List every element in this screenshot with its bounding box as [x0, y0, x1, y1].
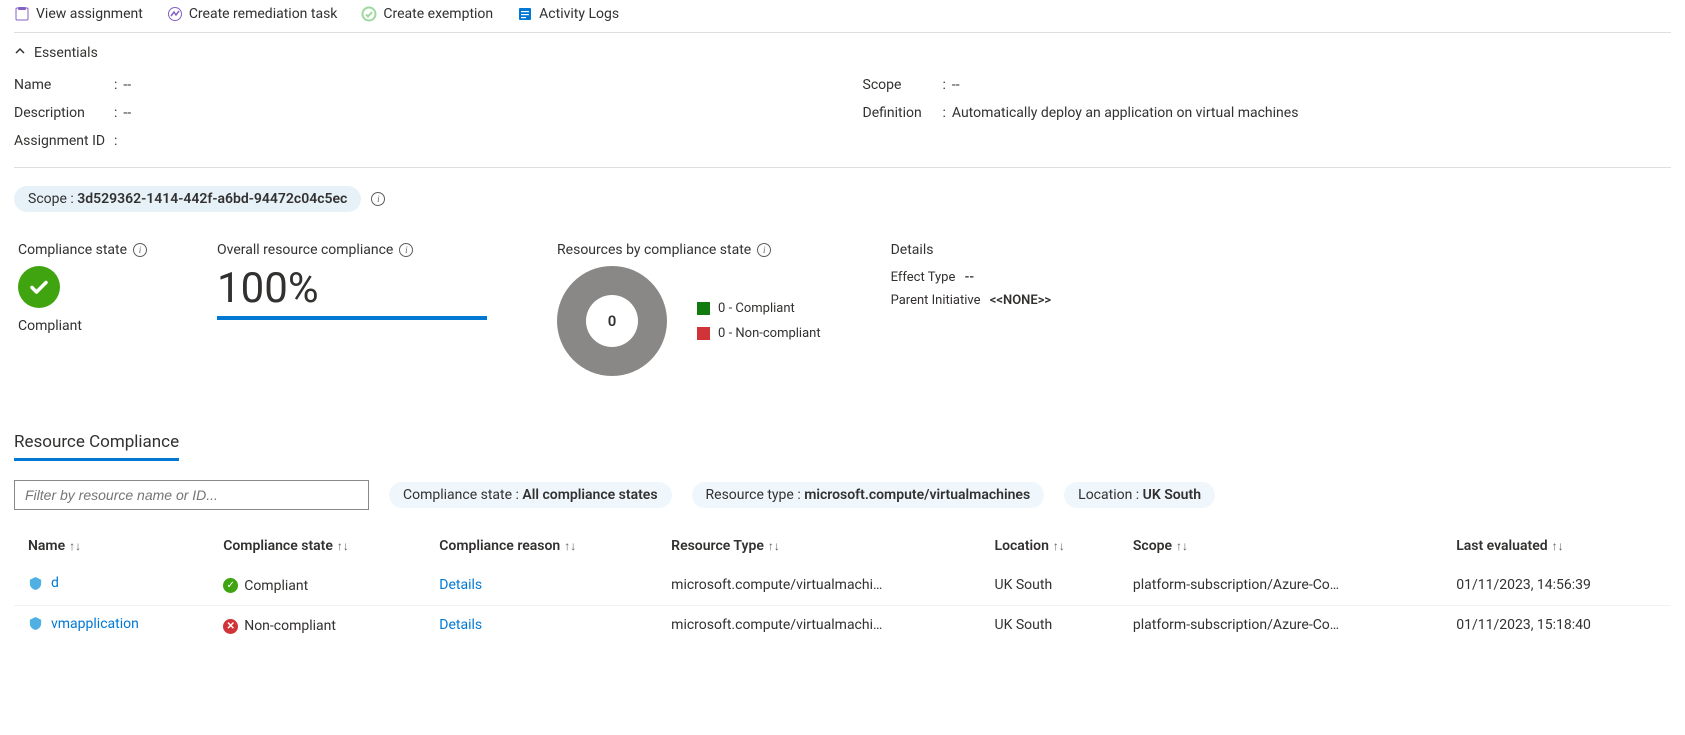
parent-initiative-value: <<NONE>>	[990, 293, 1051, 308]
create-remediation-label: Create remediation task	[189, 6, 338, 22]
create-remediation-button[interactable]: Create remediation task	[167, 6, 338, 22]
resources-by-state-title: Resources by compliance state	[557, 242, 751, 258]
tab-resource-compliance[interactable]: Resource Compliance	[14, 432, 179, 461]
legend-noncompliant: 0 - Non-compliant	[697, 326, 821, 341]
cell-resource-type: microsoft.compute/virtualmachi…	[657, 565, 980, 606]
col-scope[interactable]: Scope↑↓	[1119, 528, 1442, 565]
info-icon[interactable]: i	[133, 243, 147, 257]
cell-resource-type: microsoft.compute/virtualmachi…	[657, 605, 980, 645]
compliance-state-tile: Compliance state i Compliant	[18, 242, 147, 334]
cell-scope: platform-subscription/Azure-Co…	[1119, 605, 1442, 645]
activity-logs-label: Activity Logs	[539, 6, 619, 22]
vm-icon	[28, 576, 43, 591]
col-compliance-reason[interactable]: Compliance reason↑↓	[425, 528, 657, 565]
status-noncompliant: ✕Non-compliant	[223, 618, 336, 634]
scope-filter-pill[interactable]: Scope 3d529362-1414-442f-a6bd-94472c04c5…	[14, 186, 361, 212]
cell-location: UK South	[981, 565, 1119, 606]
cell-last-evaluated: 01/11/2023, 14:56:39	[1442, 565, 1671, 606]
overall-compliance-title: Overall resource compliance	[217, 242, 393, 258]
x-circle-icon: ✕	[223, 619, 238, 634]
cell-reason[interactable]: Details	[425, 565, 657, 606]
info-icon[interactable]: i	[399, 243, 413, 257]
overall-compliance-tile: Overall resource compliance i 100%	[217, 242, 487, 320]
create-exemption-label: Create exemption	[383, 6, 493, 22]
col-compliance-state[interactable]: Compliance state↑↓	[209, 528, 425, 565]
essentials-assignment-id: Assignment ID :	[14, 127, 823, 155]
table-row[interactable]: vmapplication ✕Non-compliant Detailsmicros…	[14, 605, 1671, 645]
info-icon[interactable]: i	[757, 243, 771, 257]
view-assignment-label: View assignment	[36, 6, 143, 22]
essentials-definition: Definition : Automatically deploy an app…	[863, 99, 1672, 127]
filters-row: Compliance state All compliance states R…	[14, 462, 1671, 522]
cell-last-evaluated: 01/11/2023, 15:18:40	[1442, 605, 1671, 645]
donut-total: 0	[586, 295, 638, 347]
cell-location: UK South	[981, 605, 1119, 645]
cell-reason[interactable]: Details	[425, 605, 657, 645]
effect-type-value: --	[965, 270, 975, 285]
info-icon[interactable]: i	[371, 192, 385, 206]
legend-swatch-red	[697, 327, 710, 340]
assignment-icon	[14, 6, 30, 22]
vm-icon	[28, 616, 43, 631]
essentials-description: Description : --	[14, 99, 823, 127]
col-location[interactable]: Location↑↓	[981, 528, 1119, 565]
overall-compliance-percent: 100%	[217, 266, 487, 312]
tabs: Resource Compliance	[14, 432, 1671, 462]
essentials-scope: Scope : --	[863, 71, 1672, 99]
essentials-name: Name : --	[14, 71, 823, 99]
cell-scope: platform-subscription/Azure-Co…	[1119, 565, 1442, 606]
create-exemption-button[interactable]: Create exemption	[361, 6, 493, 22]
cell-compliance: ✓Compliant	[209, 565, 425, 606]
exemption-icon	[361, 6, 377, 22]
cell-name[interactable]: vmapplication	[14, 605, 209, 645]
view-assignment-button[interactable]: View assignment	[14, 6, 143, 22]
resources-by-state-tile: Resources by compliance state i 0 0 - Co…	[557, 242, 821, 376]
location-filter[interactable]: Location UK South	[1064, 482, 1215, 508]
details-tile: Details Effect Type -- Parent Initiative…	[891, 242, 1052, 312]
activity-logs-icon	[517, 6, 533, 22]
check-circle-icon: ✓	[223, 578, 238, 593]
cell-compliance: ✕Non-compliant	[209, 605, 425, 645]
activity-logs-button[interactable]: Activity Logs	[517, 6, 619, 22]
essentials-toggle[interactable]: Essentials	[14, 33, 1671, 67]
scope-bar: Scope 3d529362-1414-442f-a6bd-94472c04c5…	[14, 168, 1671, 222]
compliance-state-title: Compliance state	[18, 242, 127, 258]
compliance-state-status: Compliant	[18, 318, 147, 334]
table-row[interactable]: d ✓Compliant Detailsmicrosoft.compute/virt…	[14, 565, 1671, 606]
overall-compliance-bar	[217, 316, 487, 320]
essentials-title: Essentials	[34, 45, 98, 61]
essentials-panel: Name : -- Description : -- Assignment ID…	[14, 67, 1671, 168]
legend-compliant: 0 - Compliant	[697, 301, 821, 316]
effect-type-label: Effect Type	[891, 270, 956, 285]
col-name[interactable]: Name↑↓	[14, 528, 209, 565]
compliant-check-icon	[18, 266, 60, 308]
cell-name[interactable]: d	[14, 565, 209, 606]
summary-tiles: Compliance state i Compliant Overall res…	[14, 222, 1671, 386]
col-resource-type[interactable]: Resource Type↑↓	[657, 528, 980, 565]
chevron-up-icon	[14, 45, 26, 61]
status-compliant: ✓Compliant	[223, 578, 308, 594]
col-last-evaluated[interactable]: Last evaluated↑↓	[1442, 528, 1671, 565]
resource-compliance-table: Name↑↓ Compliance state↑↓ Compliance rea…	[14, 528, 1671, 645]
toolbar: View assignment Create remediation task …	[14, 0, 1671, 33]
resources-donut-chart: 0	[557, 266, 667, 376]
filter-input[interactable]	[14, 480, 369, 510]
resource-type-filter[interactable]: Resource type microsoft.compute/virtualm…	[692, 482, 1045, 508]
remediation-icon	[167, 6, 183, 22]
details-title: Details	[891, 242, 1052, 258]
donut-legend: 0 - Compliant 0 - Non-compliant	[697, 301, 821, 341]
parent-initiative-label: Parent Initiative	[891, 293, 981, 308]
compliance-state-filter[interactable]: Compliance state All compliance states	[389, 482, 672, 508]
legend-swatch-green	[697, 302, 710, 315]
